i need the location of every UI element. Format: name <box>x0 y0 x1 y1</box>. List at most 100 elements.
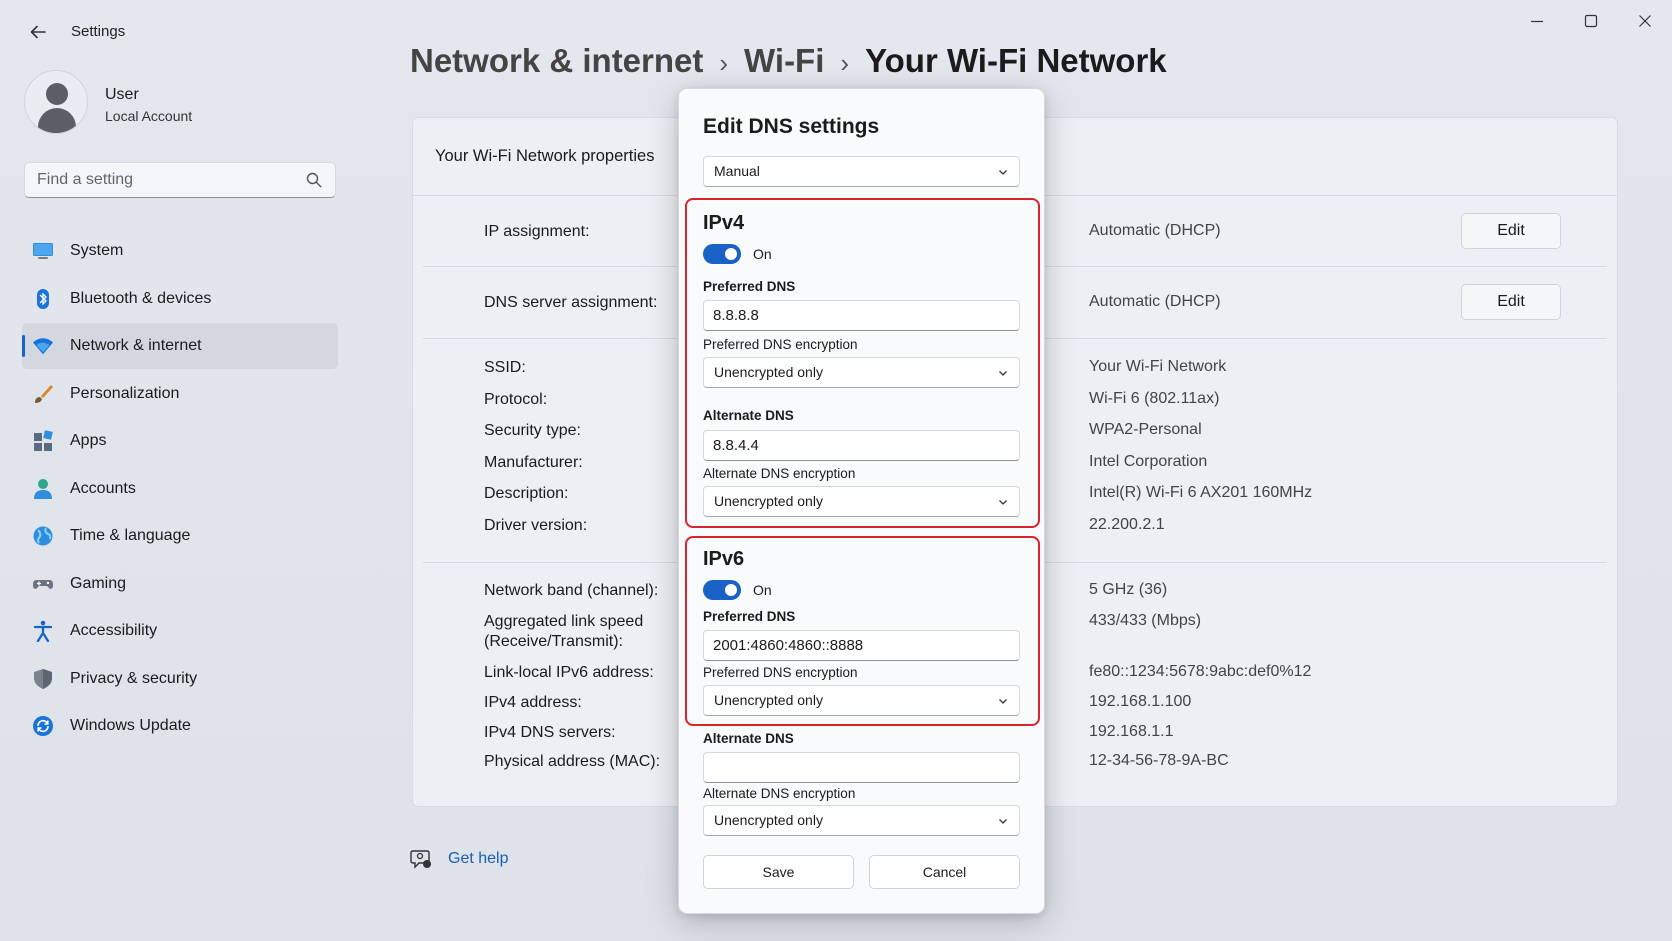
sidebar-item-label: Accounts <box>70 479 136 497</box>
chevron-down-icon <box>999 170 1007 175</box>
link-local-ipv6-label: Link-local IPv6 address: <box>484 664 654 681</box>
apps-icon <box>32 430 54 452</box>
monitor-icon <box>32 240 54 262</box>
sidebar-item-label: Network & internet <box>70 337 202 354</box>
security-type-value: WPA2-Personal <box>1089 421 1202 438</box>
breadcrumb: Network & internet › Wi-Fi › Your Wi-Fi … <box>410 42 1167 80</box>
search-box[interactable] <box>24 162 336 198</box>
description-value: Intel(R) Wi-Fi 6 AX201 160MHz <box>1089 484 1313 501</box>
edit-dns-dialog: Edit DNS settings Manual IPv4 On Preferr… <box>678 88 1045 914</box>
ipv6-section-title: IPv6 <box>703 548 745 570</box>
ipv6-preferred-encryption-label: Preferred DNS encryption <box>703 665 858 680</box>
sidebar-item-label: Privacy & security <box>70 669 198 687</box>
ipv6-alternate-encryption-select[interactable]: Unencrypted only <box>703 805 1020 836</box>
ipv4-alternate-encryption-select[interactable]: Unencrypted only <box>703 486 1020 517</box>
sidebar-item-network[interactable]: Network & internet <box>22 323 338 369</box>
brush-icon <box>32 383 54 405</box>
ipv6-preferred-encryption-value: Unencrypted only <box>714 692 823 708</box>
ipv4-preferred-dns-field[interactable] <box>703 300 1020 331</box>
ipv4-alternate-encryption-value: Unencrypted only <box>714 493 823 509</box>
ipv4-dns-servers-value: 192.168.1.1 <box>1089 723 1174 740</box>
properties-title: Your Wi-Fi Network properties <box>435 147 655 165</box>
ip-assignment-edit-button[interactable]: Edit <box>1461 213 1561 249</box>
shield-icon <box>32 668 54 690</box>
ipv4-section-title: IPv4 <box>703 212 745 234</box>
ipv6-alternate-encryption-label: Alternate DNS encryption <box>703 786 856 801</box>
search-icon[interactable] <box>305 171 323 189</box>
ipv6-preferred-encryption-select[interactable]: Unencrypted only <box>703 685 1020 716</box>
cancel-button[interactable]: Cancel <box>869 855 1020 889</box>
user-name: User <box>105 86 139 103</box>
sidebar-item-label: Apps <box>70 432 107 449</box>
ip-assignment-value: Automatic (DHCP) <box>1089 222 1221 239</box>
driver-version-value: 22.200.2.1 <box>1089 516 1165 533</box>
protocol-value: Wi-Fi 6 (802.11ax) <box>1089 390 1220 407</box>
breadcrumb-wifi[interactable]: Wi-Fi <box>744 42 824 80</box>
ipv4-preferred-dns-input[interactable] <box>713 307 1008 324</box>
link-speed-label: Aggregated link speed <box>484 613 644 630</box>
sidebar-item-time-language[interactable]: Time & language <box>22 513 338 559</box>
dns-mode-select[interactable]: Manual <box>703 156 1020 187</box>
sidebar-item-personalization[interactable]: Personalization <box>22 371 338 417</box>
chevron-down-icon <box>999 371 1007 376</box>
sidebar-item-bluetooth[interactable]: Bluetooth & devices <box>22 276 338 322</box>
sidebar-item-label: Bluetooth & devices <box>70 289 212 307</box>
ipv6-alternate-dns-field[interactable] <box>703 752 1020 783</box>
ipv6-toggle-label: On <box>753 582 772 598</box>
mac-address-value: 12-34-56-78-9A-BC <box>1089 752 1229 769</box>
avatar <box>24 70 88 134</box>
back-button[interactable] <box>24 18 52 46</box>
sidebar-item-apps[interactable]: Apps <box>22 418 338 464</box>
get-help-link[interactable]: Get help <box>448 850 508 868</box>
sidebar-item-label: Time & language <box>70 527 191 544</box>
globe-icon <box>32 525 54 547</box>
update-icon <box>32 715 54 737</box>
breadcrumb-separator: › <box>719 48 729 78</box>
back-arrow-icon <box>30 25 46 39</box>
ipv4-preferred-encryption-value: Unencrypted only <box>714 364 823 380</box>
ipv6-preferred-dns-field[interactable] <box>703 630 1020 661</box>
dns-assignment-edit-button[interactable]: Edit <box>1461 284 1561 320</box>
ipv4-preferred-encryption-select[interactable]: Unencrypted only <box>703 357 1020 388</box>
maximize-button[interactable] <box>1568 8 1614 34</box>
ipv4-preferred-dns-label: Preferred DNS <box>703 279 796 294</box>
bluetooth-icon <box>32 288 54 310</box>
ipv4-alternate-dns-input[interactable] <box>713 437 1008 454</box>
chevron-down-icon <box>999 699 1007 704</box>
minimize-button[interactable] <box>1514 8 1560 34</box>
mac-address-label: Physical address (MAC): <box>484 753 661 770</box>
sidebar-item-system[interactable]: System <box>22 228 338 274</box>
network-band-value: 5 GHz (36) <box>1089 581 1168 598</box>
chevron-down-icon <box>999 500 1007 505</box>
sidebar-item-windows-update[interactable]: Windows Update <box>22 703 338 749</box>
breadcrumb-network[interactable]: Network & internet <box>410 42 703 80</box>
ipv6-alternate-encryption-value: Unencrypted only <box>714 812 823 828</box>
ipv6-preferred-dns-input[interactable] <box>713 637 1008 654</box>
manufacturer-label: Manufacturer: <box>484 454 583 471</box>
ipv4-toggle[interactable] <box>703 244 741 264</box>
ipv6-preferred-dns-label: Preferred DNS <box>703 609 796 624</box>
get-help[interactable]: Get help <box>410 848 508 870</box>
save-button[interactable]: Save <box>703 855 854 889</box>
person-icon <box>32 478 54 500</box>
ipv4-alternate-dns-label: Alternate DNS <box>703 408 794 423</box>
minimize-icon <box>1531 20 1543 23</box>
ipv6-toggle[interactable] <box>703 580 741 600</box>
ipv4-dns-servers-label: IPv4 DNS servers: <box>484 724 616 741</box>
ipv4-toggle-label: On <box>753 246 772 262</box>
manufacturer-value: Intel Corporation <box>1089 453 1208 470</box>
ipv6-alternate-dns-input[interactable] <box>713 759 1008 776</box>
sidebar-item-accounts[interactable]: Accounts <box>22 466 338 512</box>
sidebar-item-gaming[interactable]: Gaming <box>22 561 338 607</box>
dns-assignment-label: DNS server assignment: <box>484 294 658 311</box>
sidebar-item-label: Accessibility <box>70 622 158 639</box>
security-type-label: Security type: <box>484 422 581 439</box>
search-input[interactable] <box>37 171 297 189</box>
app-title: Settings <box>71 23 126 40</box>
dns-mode-value: Manual <box>714 163 760 179</box>
ssid-label: SSID: <box>484 359 526 376</box>
sidebar-item-privacy[interactable]: Privacy & security <box>22 656 338 702</box>
close-button[interactable] <box>1622 8 1668 34</box>
ipv4-alternate-dns-field[interactable] <box>703 430 1020 461</box>
sidebar-item-accessibility[interactable]: Accessibility <box>22 608 338 654</box>
